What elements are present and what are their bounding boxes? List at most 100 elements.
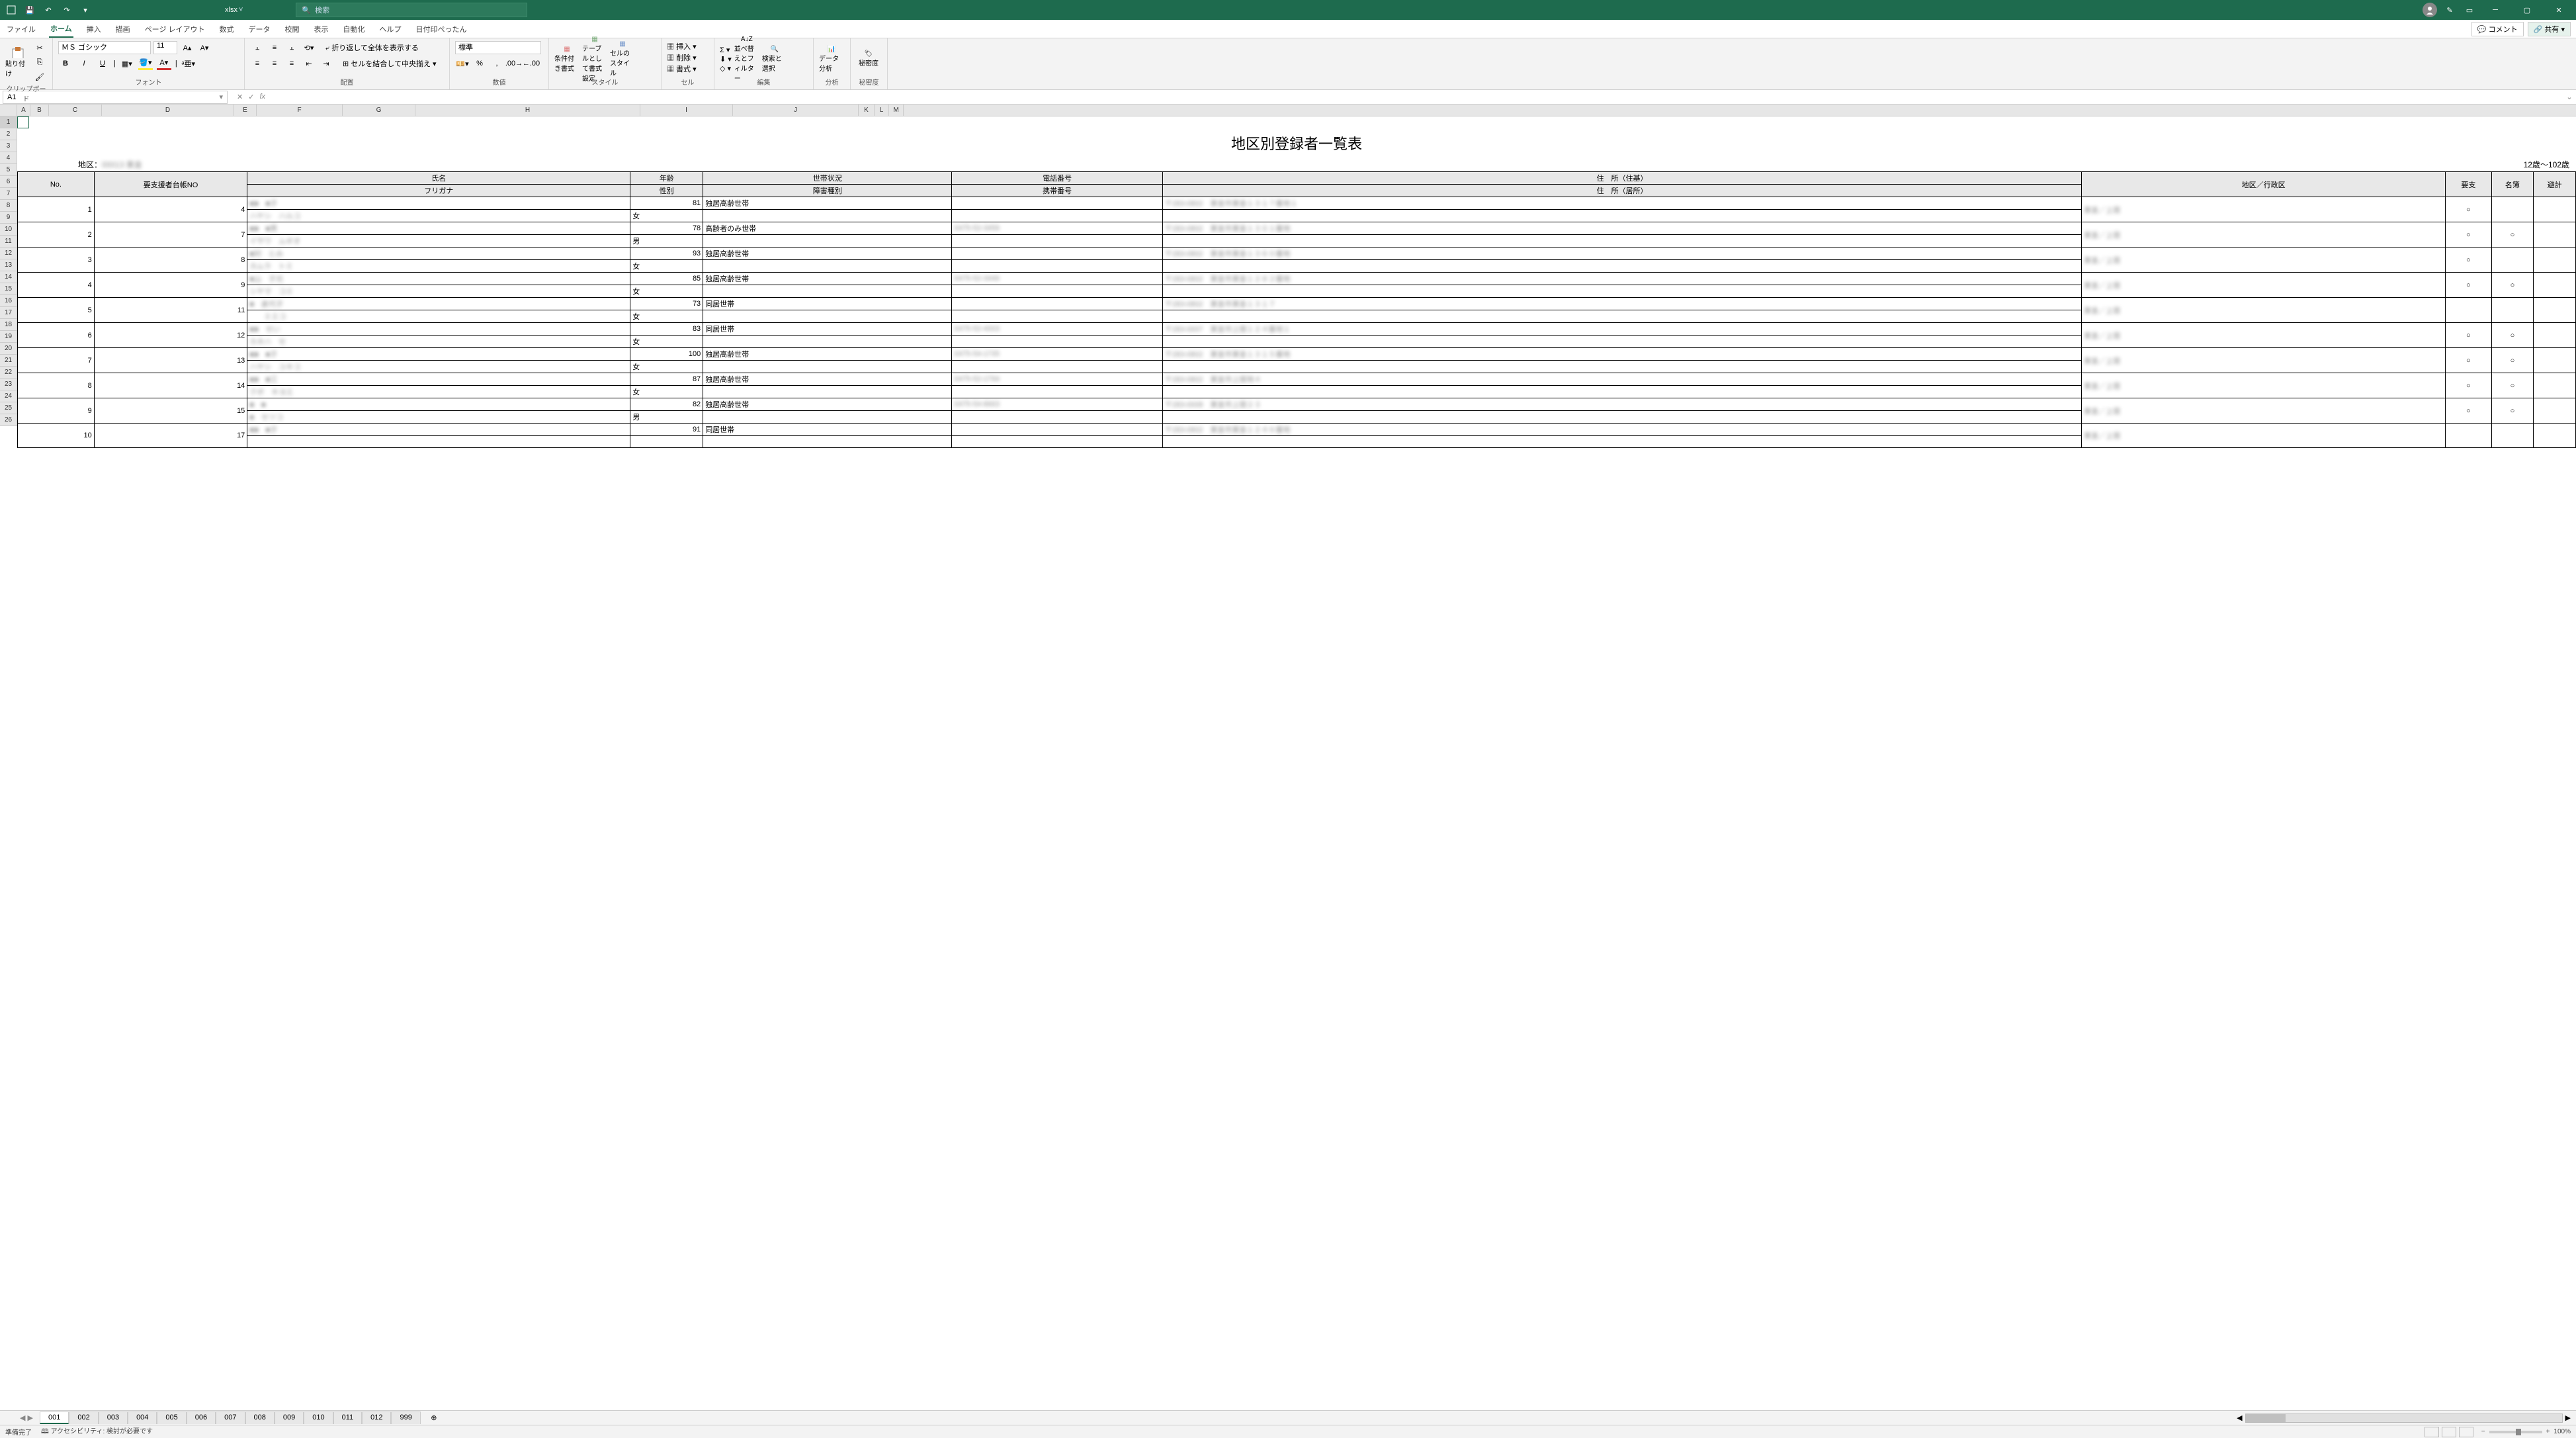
row-headers[interactable]: 1234567891011121314151617181920212223242… (0, 116, 17, 426)
select-all-corner[interactable] (0, 105, 17, 116)
filename-dropdown-icon[interactable]: ˅ (239, 6, 243, 14)
row-header-1[interactable]: 1 (0, 116, 17, 128)
expand-formula-icon[interactable]: ⌄ (2563, 93, 2576, 101)
row-header-11[interactable]: 11 (0, 236, 17, 247)
col-header-I[interactable]: I (640, 105, 733, 116)
column-headers[interactable]: ABCDEFGHIJKLM (17, 105, 2576, 116)
col-header-C[interactable]: C (49, 105, 102, 116)
zoom-in-button[interactable]: + (2546, 1428, 2550, 1435)
tab-review[interactable]: 校閲 (284, 21, 301, 37)
view-pagelayout-button[interactable] (2442, 1427, 2456, 1437)
sheet-tab-007[interactable]: 007 (216, 1412, 245, 1424)
tab-pagelayout[interactable]: ページ レイアウト (144, 21, 206, 37)
increase-font-icon[interactable]: A▴ (180, 41, 194, 54)
sheet-tab-011[interactable]: 011 (333, 1412, 363, 1424)
col-header-G[interactable]: G (343, 105, 415, 116)
sort-filter-button[interactable]: A↓Z並べ替えとフィルター (734, 43, 759, 75)
data-analysis-button[interactable]: 📊データ分析 (819, 43, 844, 75)
cut-icon[interactable]: ✂ (32, 41, 47, 54)
view-pagebreak-button[interactable] (2459, 1427, 2473, 1437)
format-cells-button[interactable]: ▦ 書式 ▾ (667, 64, 697, 74)
fill-icon[interactable]: ⬇ ▾ (720, 55, 732, 64)
row-header-25[interactable]: 25 (0, 402, 17, 414)
row-header-3[interactable]: 3 (0, 140, 17, 152)
view-normal-button[interactable] (2425, 1427, 2439, 1437)
sheet-tab-006[interactable]: 006 (187, 1412, 216, 1424)
bold-icon[interactable]: B (58, 57, 73, 70)
sheet-tab-004[interactable]: 004 (128, 1412, 157, 1424)
col-header-D[interactable]: D (102, 105, 234, 116)
accessibility-status[interactable]: 🕮 アクセシビリティ: 検討が必要です (41, 1425, 153, 1438)
clear-icon[interactable]: ◇ ▾ (720, 64, 732, 73)
col-header-H[interactable]: H (415, 105, 640, 116)
col-header-L[interactable]: L (875, 105, 889, 116)
fill-color-icon[interactable]: 🪣▾ (138, 57, 153, 70)
autosave-icon[interactable] (4, 3, 19, 17)
decrease-font-icon[interactable]: A▾ (197, 41, 212, 54)
row-header-22[interactable]: 22 (0, 367, 17, 379)
row-header-5[interactable]: 5 (0, 164, 17, 176)
sheet-tab-001[interactable]: 001 (40, 1412, 69, 1424)
autosum-icon[interactable]: Σ ▾ (720, 46, 732, 54)
comments-button[interactable]: 💬 コメント (2471, 22, 2524, 36)
ribbon-mode-icon[interactable]: ▭ (2462, 3, 2477, 17)
italic-icon[interactable]: I (77, 57, 91, 70)
sheet-tab-002[interactable]: 002 (69, 1412, 98, 1424)
wrap-text-button[interactable]: ⤶ 折り返して全体を表示する (325, 42, 419, 53)
sheet-tab-012[interactable]: 012 (362, 1412, 391, 1424)
indent-inc-icon[interactable]: ⇥ (319, 57, 333, 70)
delete-cells-button[interactable]: ▦ 削除 ▾ (667, 52, 697, 63)
col-header-E[interactable]: E (234, 105, 257, 116)
cell-styles-button[interactable]: ▦セルのスタイル (610, 43, 635, 75)
row-header-17[interactable]: 17 (0, 307, 17, 319)
hscroll-right-icon[interactable]: ▶ (2565, 1414, 2571, 1422)
tab-help[interactable]: ヘルプ (378, 21, 403, 37)
sheet-tab-005[interactable]: 005 (157, 1412, 186, 1424)
tryit-icon[interactable]: ✎ (2442, 3, 2457, 17)
row-header-8[interactable]: 8 (0, 200, 17, 212)
find-select-button[interactable]: 🔍検索と選択 (762, 43, 787, 75)
enter-formula-icon[interactable]: ✓ (248, 93, 254, 101)
worksheet-grid[interactable]: 地区別登録者一覧表 地区： 00013 東金 12歳～102歳 No. 要支援者… (17, 116, 2576, 448)
row-header-21[interactable]: 21 (0, 355, 17, 367)
row-header-20[interactable]: 20 (0, 343, 17, 355)
maximize-button[interactable]: ▢ (2514, 0, 2540, 20)
number-format-select[interactable]: 標準 (455, 41, 541, 54)
align-center-icon[interactable]: ≡ (267, 57, 282, 70)
sheet-tab-003[interactable]: 003 (99, 1412, 128, 1424)
zoom-out-button[interactable]: − (2481, 1428, 2485, 1435)
row-header-26[interactable]: 26 (0, 414, 17, 426)
tab-draw[interactable]: 描画 (114, 21, 132, 37)
sheet-tab-999[interactable]: 999 (391, 1412, 420, 1424)
orientation-icon[interactable]: ⟲▾ (302, 41, 316, 54)
row-header-13[interactable]: 13 (0, 259, 17, 271)
row-header-10[interactable]: 10 (0, 224, 17, 236)
underline-icon[interactable]: U (95, 57, 110, 70)
row-header-14[interactable]: 14 (0, 271, 17, 283)
inc-decimal-icon[interactable]: .00→ (507, 57, 521, 70)
insert-cells-button[interactable]: ▦ 挿入 ▾ (667, 41, 697, 52)
copy-icon[interactable]: ⎘ (32, 56, 47, 69)
tab-home[interactable]: ホーム (49, 21, 73, 38)
row-header-18[interactable]: 18 (0, 319, 17, 331)
phonetic-icon[interactable]: ᵃ亜▾ (181, 57, 196, 70)
col-header-M[interactable]: M (889, 105, 904, 116)
add-sheet-button[interactable]: ⊕ (427, 1414, 441, 1422)
row-header-16[interactable]: 16 (0, 295, 17, 307)
sensitivity-button[interactable]: 🏷秘密度 (856, 43, 881, 75)
tab-automate[interactable]: 自動化 (342, 21, 366, 37)
cancel-formula-icon[interactable]: ✕ (237, 93, 243, 101)
row-header-9[interactable]: 9 (0, 212, 17, 224)
sheet-nav-prev-icon[interactable]: ◀ ▶ (20, 1414, 33, 1422)
qat-more-icon[interactable]: ▾ (78, 3, 93, 17)
align-bottom-icon[interactable]: ⫠ (284, 41, 299, 54)
redo-icon[interactable]: ↷ (60, 3, 74, 17)
search-box[interactable]: 🔍 検索 (296, 3, 527, 17)
merge-center-button[interactable]: ⊞ セルを結合して中央揃え ▾ (343, 58, 437, 69)
name-box[interactable]: A1▾ (3, 91, 228, 104)
col-header-A[interactable]: A (17, 105, 30, 116)
currency-icon[interactable]: 💴▾ (455, 57, 470, 70)
row-header-12[interactable]: 12 (0, 247, 17, 259)
font-color-icon[interactable]: A▾ (157, 57, 171, 70)
percent-icon[interactable]: % (472, 57, 487, 70)
